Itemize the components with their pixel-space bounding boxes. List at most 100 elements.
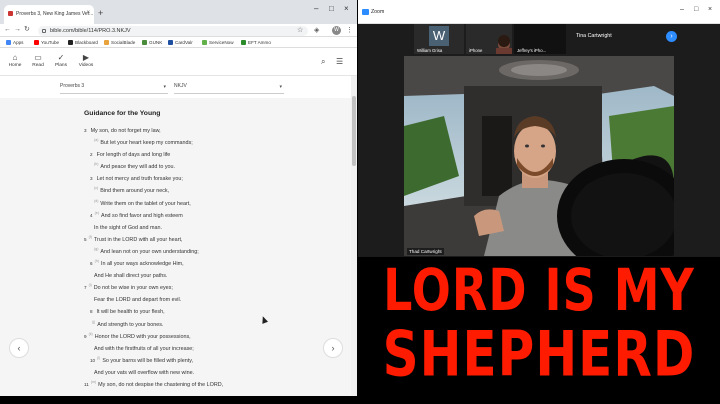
verse-number: 11 bbox=[84, 381, 89, 387]
close-tab-icon[interactable]: × bbox=[86, 10, 90, 16]
banner-line-1: LORD IS MY bbox=[382, 257, 696, 324]
url-input[interactable]: bible.com/bible/114/PRO.3.NKJV bbox=[38, 26, 308, 36]
nav-home-label: Home bbox=[8, 63, 22, 68]
participant-tile[interactable]: W William Grisa bbox=[414, 24, 464, 54]
scrollbar[interactable] bbox=[351, 76, 357, 396]
verse-text: And lean not on your own understanding; bbox=[100, 248, 199, 255]
footnote-marker[interactable]: (f) bbox=[89, 235, 92, 239]
verse-number: 8 bbox=[90, 309, 93, 315]
previous-chapter-button[interactable]: ‹ bbox=[9, 338, 29, 358]
socialblade-icon bbox=[104, 40, 109, 45]
verse-text: Trust in the LORD with all your heart, bbox=[93, 236, 183, 243]
verse-text: Let not mercy and truth forsake you; bbox=[96, 176, 183, 183]
verse-number: 3 bbox=[84, 128, 87, 133]
minimize-button[interactable]: – bbox=[314, 4, 318, 13]
bookmark-blackboard[interactable]: Blackboard bbox=[68, 40, 98, 45]
verse-text: It will be health to your flesh, bbox=[96, 309, 165, 316]
verse-text: And with the firstfruits of all your inc… bbox=[94, 345, 194, 352]
footnote-marker[interactable]: (a) bbox=[94, 138, 98, 142]
verse-line: And He shall direct your paths. bbox=[84, 271, 274, 283]
zoom-minimize-button[interactable]: – bbox=[680, 6, 684, 13]
version-select[interactable]: NKJV ▾ bbox=[174, 83, 284, 94]
zoom-logo-icon bbox=[362, 9, 369, 15]
forward-icon[interactable]: → bbox=[14, 26, 21, 34]
bookmark-apps[interactable]: Apps bbox=[6, 40, 23, 45]
nav-videos[interactable]: ▶ Videos bbox=[75, 53, 97, 68]
book-chapter-select[interactable]: Proverbs 3 ▾ bbox=[60, 83, 168, 94]
youtube-icon bbox=[34, 40, 39, 45]
verse-number: 5 bbox=[84, 236, 87, 242]
chrome-menu-icon[interactable]: ⋮ bbox=[346, 26, 353, 34]
scrollbar-thumb[interactable] bbox=[352, 96, 356, 166]
footnote-marker[interactable]: (j) bbox=[92, 320, 95, 324]
participant-strip: W William Grisa iPhone Jeffrey's iPho... bbox=[414, 24, 720, 54]
active-speaker-tile[interactable]: Tina Cartwright bbox=[568, 24, 680, 54]
footnote-marker[interactable]: (b) bbox=[94, 162, 98, 166]
footnote-marker[interactable]: (e) bbox=[95, 211, 99, 215]
footnote-marker[interactable]: (k) bbox=[89, 332, 93, 336]
zoom-window: Zoom – □ × W William Grisa iPhone Jeffre… bbox=[358, 0, 720, 257]
verse-line: 8 It will be health to your flesh, bbox=[84, 307, 274, 319]
footnote-marker[interactable]: (d) bbox=[94, 199, 98, 203]
verse-text: Fear the LORD and depart from evil. bbox=[94, 297, 182, 304]
verse-text: My son, do not forget my law, bbox=[90, 128, 161, 134]
close-window-button[interactable]: × bbox=[344, 4, 349, 13]
verse-text: Write them on the tablet of your heart, bbox=[100, 200, 191, 207]
footnote-marker[interactable]: (i) bbox=[89, 283, 92, 287]
verse-line: 6 (h) In all your ways acknowledge Him, bbox=[84, 259, 274, 271]
bookmark-star-icon[interactable]: ☆ bbox=[297, 26, 303, 34]
chevron-down-icon: ▾ bbox=[163, 84, 166, 90]
participant-name: iPhone bbox=[469, 48, 483, 53]
profile-avatar[interactable]: W bbox=[332, 26, 341, 35]
browser-tab[interactable]: Proverbs 3, New King James Ver... × bbox=[4, 5, 94, 24]
nav-plans[interactable]: ✓ Plans bbox=[50, 53, 72, 68]
reload-icon[interactable]: ↻ bbox=[24, 26, 30, 34]
verse-number: 10 bbox=[90, 357, 96, 363]
verse-text: Do not be wise in your own eyes; bbox=[93, 285, 173, 292]
video-icon: ▶ bbox=[82, 53, 90, 62]
zoom-close-button[interactable]: × bbox=[708, 6, 712, 13]
participant-tile[interactable]: iPhone bbox=[466, 24, 512, 54]
nav-read[interactable]: ▭ Read bbox=[27, 53, 49, 68]
participant-tile[interactable]: Jeffrey's iPho... bbox=[514, 24, 566, 54]
chevron-down-icon: ▾ bbox=[279, 84, 282, 90]
new-tab-button[interactable]: + bbox=[98, 9, 103, 18]
verse-text: Honor the LORD with your possessions, bbox=[94, 333, 191, 340]
bookmark-socialblade[interactable]: SocialBlade bbox=[104, 40, 135, 45]
next-chapter-button[interactable]: › bbox=[323, 338, 343, 358]
tab-title: Proverbs 3, New King James Ver... bbox=[16, 11, 94, 17]
footnote-marker[interactable]: (g) bbox=[94, 247, 98, 251]
verse-number: 2 bbox=[90, 152, 93, 158]
back-icon[interactable]: ← bbox=[4, 26, 11, 34]
zoom-maximize-button[interactable]: □ bbox=[694, 6, 698, 13]
verse-text: For length of days and long life bbox=[96, 152, 171, 159]
bookmark-cardvalr[interactable]: CardValr bbox=[168, 40, 193, 45]
nav-home[interactable]: ⌂ Home bbox=[4, 53, 26, 68]
version-value: NKJV bbox=[174, 83, 187, 89]
search-icon[interactable]: ⌕ bbox=[321, 57, 325, 67]
url-text: bible.com/bible/114/PRO.3.NKJV bbox=[50, 28, 131, 34]
footnote-marker[interactable]: (l) bbox=[97, 356, 100, 360]
menu-icon[interactable]: ☰ bbox=[336, 57, 343, 66]
verse-line: 10 (l) So your barns will be filled with p… bbox=[84, 356, 274, 368]
bible-app-nav: ⌂ Home ▭ Read ✓ Plans ▶ Videos ⌕ ☰ bbox=[0, 48, 357, 76]
verse-number: 4 bbox=[90, 212, 93, 218]
verse-line: 5 (f) Trust in the LORD with all your hear… bbox=[84, 235, 274, 247]
extensions-icon[interactable]: ◈ bbox=[314, 26, 319, 34]
footnote-marker[interactable]: (c) bbox=[94, 186, 98, 190]
main-video-feed: Thad Cartwright bbox=[404, 56, 674, 256]
bookmark-eft-ammo[interactable]: EFT Ammo bbox=[241, 40, 271, 45]
bookmark-youtube[interactable]: YouTube bbox=[34, 40, 59, 45]
video-name-label: Thad Cartwright bbox=[407, 248, 444, 255]
verse-number: 3 bbox=[90, 176, 93, 182]
maximize-button[interactable]: □ bbox=[329, 4, 334, 13]
bookmark-servicenow[interactable]: ServiceNow bbox=[202, 40, 234, 45]
verse-line: (g) And lean not on your own understandin… bbox=[84, 247, 274, 259]
footnote-marker[interactable]: (m) bbox=[91, 380, 96, 384]
verse-number: 7 bbox=[84, 285, 87, 291]
next-page-button[interactable]: › bbox=[666, 31, 677, 42]
active-speaker-name: Tina Cartwright bbox=[576, 33, 612, 39]
verse-line: 11 (m) My son, do not despise the chasteni… bbox=[84, 380, 274, 392]
footnote-marker[interactable]: (h) bbox=[95, 259, 99, 263]
bookmark-gunk[interactable]: GUNK bbox=[142, 40, 162, 45]
